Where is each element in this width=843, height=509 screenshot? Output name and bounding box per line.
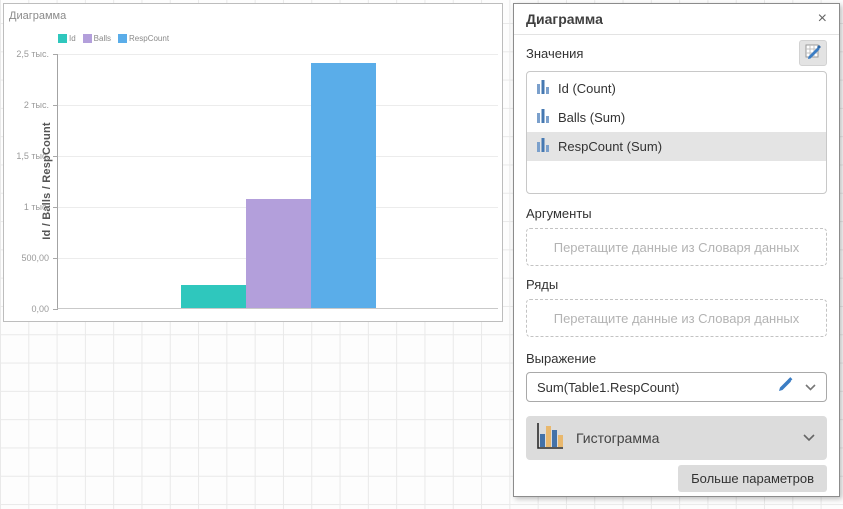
y-axis-tick	[53, 54, 58, 55]
legend-swatch	[118, 34, 127, 43]
y-axis-tick-label: 1,5 тыс.	[16, 151, 49, 161]
measure-bar-chart-icon	[537, 80, 550, 97]
chart-widget[interactable]: Диаграмма Id Balls RespCount Id / Balls / …	[3, 3, 503, 322]
y-axis-tick	[53, 309, 58, 310]
measure-bar-chart-icon	[537, 138, 550, 155]
y-axis-tick	[53, 105, 58, 106]
y-axis-tick-label: 0,00	[31, 304, 49, 314]
pencil-icon[interactable]	[778, 377, 793, 397]
y-axis-tick	[53, 258, 58, 259]
legend-label: Id	[69, 34, 76, 43]
y-axis-tick-label: 2,5 тыс.	[16, 49, 49, 59]
chart-legend: Id Balls RespCount	[58, 34, 169, 43]
legend-label: Balls	[94, 34, 111, 43]
values-list-item-label: Balls (Sum)	[558, 110, 625, 125]
edit-table-pencil-icon	[805, 43, 822, 64]
bar-id[interactable]	[181, 285, 246, 308]
values-section-label: Значения	[526, 46, 583, 61]
values-list: Id (Count) Balls (Sum) RespCount (Sum)	[526, 71, 827, 194]
expression-section-label: Выражение	[526, 351, 827, 366]
bar-balls[interactable]	[246, 199, 311, 308]
edit-values-button[interactable]	[799, 40, 827, 66]
plot-area: 2,5 тыс.2 тыс.1,5 тыс.1 тыс.500,000,00	[57, 54, 498, 309]
chevron-down-icon[interactable]	[805, 378, 816, 396]
expression-select[interactable]: Sum(Table1.RespCount)	[526, 372, 827, 402]
chart-type-label: Гистограмма	[576, 430, 803, 446]
legend-label: RespCount	[129, 34, 169, 43]
gridline	[58, 156, 498, 157]
values-list-item-label: Id (Count)	[558, 81, 616, 96]
histogram-icon	[534, 421, 564, 456]
bar-respcount[interactable]	[311, 63, 376, 308]
values-list-item[interactable]: Balls (Sum)	[527, 103, 826, 132]
legend-item: RespCount	[118, 34, 169, 43]
panel-header: Диаграмма ×	[514, 4, 839, 35]
arguments-section-label: Аргументы	[526, 206, 827, 221]
chevron-down-icon	[803, 429, 815, 447]
chart-type-select[interactable]: Гистограмма	[526, 416, 827, 460]
y-axis-tick-label: 500,00	[21, 253, 49, 263]
values-list-item-label: RespCount (Sum)	[558, 139, 662, 154]
expression-value: Sum(Table1.RespCount)	[537, 380, 778, 395]
legend-item: Balls	[83, 34, 111, 43]
legend-swatch	[58, 34, 67, 43]
y-axis-tick	[53, 156, 58, 157]
series-dropzone[interactable]: Перетащите данные из Словаря данных	[526, 299, 827, 337]
y-axis-tick	[53, 207, 58, 208]
y-axis-tick-label: 1 тыс.	[24, 202, 49, 212]
gridline	[58, 105, 498, 106]
panel-title: Диаграмма	[526, 11, 603, 27]
gridline	[58, 54, 498, 55]
values-list-item[interactable]: RespCount (Sum)	[527, 132, 826, 161]
series-section-label: Ряды	[526, 277, 827, 292]
y-axis-title: Id / Balls / RespCount	[41, 122, 53, 239]
chart-widget-title: Диаграмма	[9, 10, 66, 22]
legend-item: Id	[58, 34, 76, 43]
chart-properties-panel: Диаграмма × Значения Id (Count) Balls (Su…	[513, 3, 840, 497]
y-axis-tick-label: 2 тыс.	[24, 100, 49, 110]
measure-bar-chart-icon	[537, 109, 550, 126]
arguments-dropzone[interactable]: Перетащите данные из Словаря данных	[526, 228, 827, 266]
legend-swatch	[83, 34, 92, 43]
close-icon[interactable]: ×	[818, 11, 827, 27]
values-list-item[interactable]: Id (Count)	[527, 74, 826, 103]
more-parameters-button[interactable]: Больше параметров	[678, 465, 827, 492]
